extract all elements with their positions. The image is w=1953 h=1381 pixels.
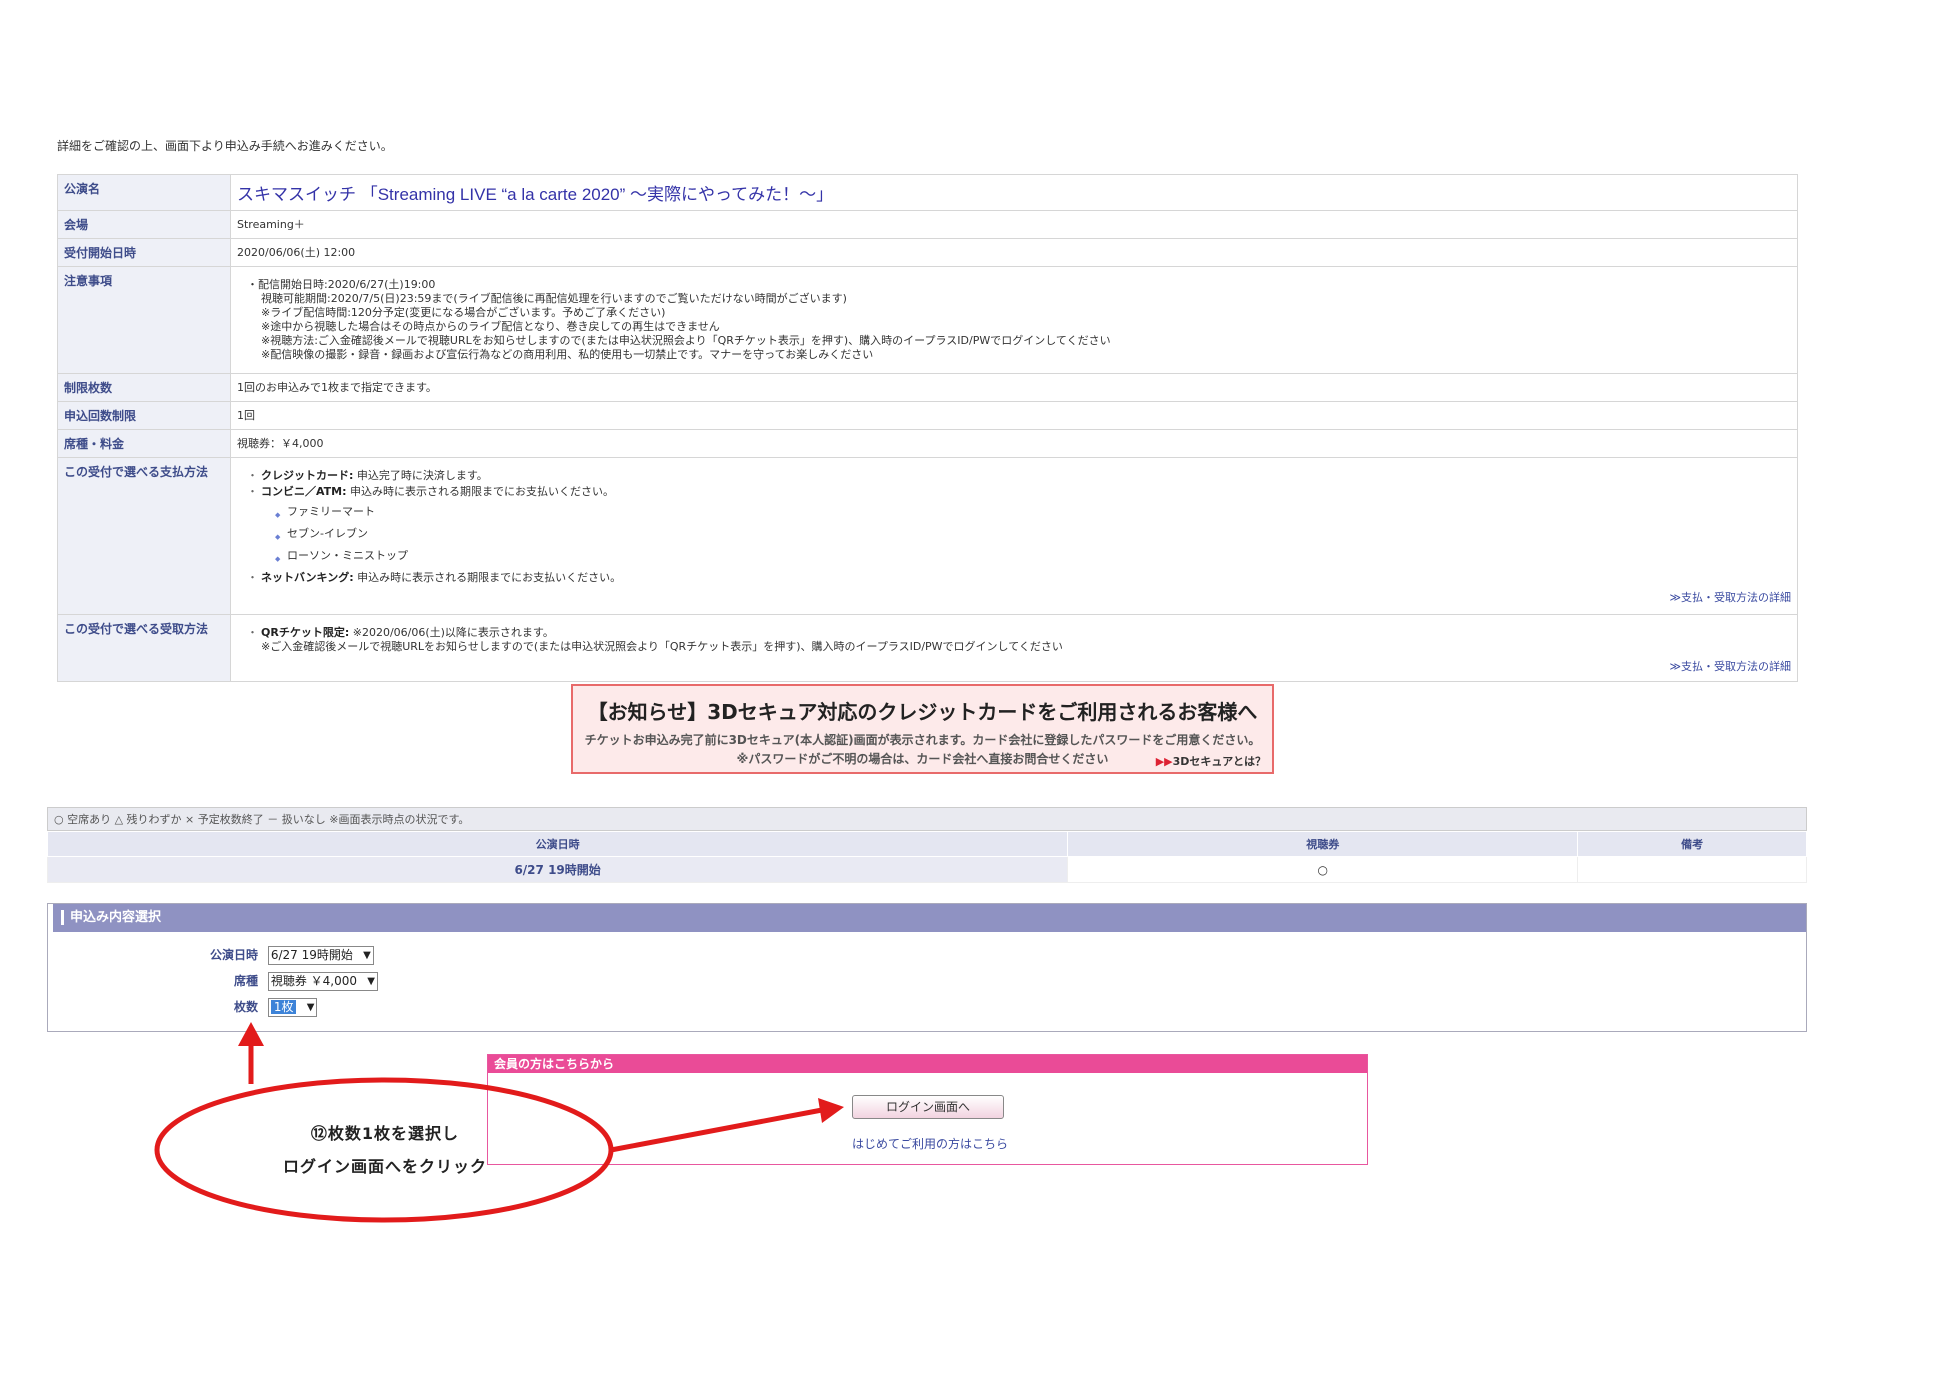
annotation-arrow-right [610, 1107, 823, 1153]
annotation-text: ⑫枚数1枚を選択し ログイン画面へをクリック [230, 1117, 540, 1183]
annotation-arrowhead-up [238, 1022, 264, 1046]
annotation-line1: ⑫枚数1枚を選択し [310, 1124, 460, 1143]
annotation-arrowhead-right [818, 1098, 844, 1123]
annotation-line2: ログイン画面へをクリック [282, 1157, 487, 1176]
